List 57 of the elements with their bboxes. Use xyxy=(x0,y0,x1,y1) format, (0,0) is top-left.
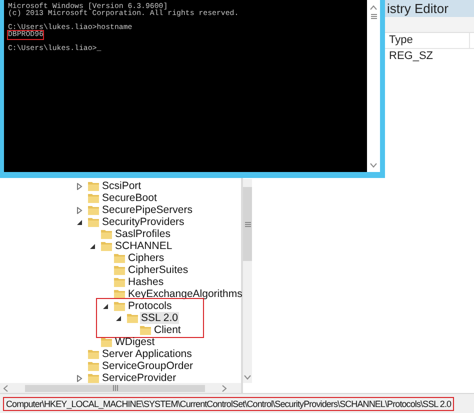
expand-arrow-icon[interactable] xyxy=(76,182,83,190)
scroll-right-icon[interactable] xyxy=(222,384,227,392)
grip-icon xyxy=(370,14,376,19)
scrollbar-thumb[interactable] xyxy=(243,187,252,261)
scroll-left-icon[interactable] xyxy=(3,384,8,392)
folder-icon xyxy=(114,253,125,263)
folder-icon xyxy=(127,313,138,323)
tree-item[interactable]: Server Applications xyxy=(101,348,193,360)
tree-item[interactable]: SaslProfiles xyxy=(114,228,172,240)
collapse-arrow-icon[interactable] xyxy=(102,302,109,310)
folder-icon xyxy=(140,325,151,335)
window-title: istry Editor xyxy=(387,1,448,16)
collapse-arrow-icon[interactable] xyxy=(89,242,96,250)
grip-icon xyxy=(244,222,251,226)
folder-icon xyxy=(101,241,112,251)
scroll-up-icon[interactable] xyxy=(370,5,377,10)
tree-item[interactable]: Hashes xyxy=(127,276,165,288)
table-cell-text: REG_SZ xyxy=(388,49,434,63)
vertical-scrollbar[interactable] xyxy=(367,0,380,172)
collapse-arrow-icon[interactable] xyxy=(76,218,83,226)
tree-item[interactable]: Protocols xyxy=(127,300,173,312)
folder-icon xyxy=(88,181,99,191)
column-header[interactable]: Type xyxy=(387,33,470,48)
tree-item[interactable]: SecureBoot xyxy=(101,192,158,204)
grip-icon xyxy=(112,385,118,391)
expand-arrow-icon[interactable] xyxy=(76,206,83,214)
folder-icon xyxy=(101,337,112,347)
folder-icon xyxy=(114,265,125,275)
folder-icon xyxy=(88,217,99,227)
tree-item[interactable]: WDigest xyxy=(114,336,156,348)
folder-icon xyxy=(114,277,125,287)
tree-item[interactable]: ServiceProvider xyxy=(101,372,178,384)
tree-item[interactable]: CipherSuites xyxy=(127,264,190,276)
folder-icon xyxy=(88,205,99,215)
folder-icon xyxy=(114,301,125,311)
tree-item[interactable]: SecurePipeServers xyxy=(101,204,194,216)
horizontal-scrollbar[interactable] xyxy=(0,383,241,393)
folder-icon xyxy=(88,193,99,203)
tree-item[interactable]: Client xyxy=(153,324,182,336)
folder-icon xyxy=(88,361,99,371)
tree-item[interactable]: SCHANNEL xyxy=(114,240,174,252)
tree-item[interactable]: SSL 2.0 xyxy=(140,312,179,324)
folder-icon xyxy=(101,229,112,239)
status-path: Computer\HKEY_LOCAL_MACHINE\SYSTEM\CurrentControlSet\Control\SecurityProviders\SCHANNEL\Protocols\SSL 2.0 xyxy=(3,396,454,410)
folder-icon xyxy=(88,373,99,383)
expand-arrow-icon[interactable] xyxy=(76,374,83,382)
tree-item[interactable]: SecurityProviders xyxy=(101,216,186,228)
scroll-down-icon[interactable] xyxy=(244,375,252,380)
vertical-scrollbar[interactable] xyxy=(243,179,252,383)
tree-item[interactable]: ScsiPort xyxy=(101,180,142,192)
folder-icon xyxy=(88,349,99,359)
scroll-down-icon[interactable] xyxy=(370,163,377,168)
tree-item[interactable]: KeyExchangeAlgorithms xyxy=(127,288,244,300)
tree-item[interactable]: Ciphers xyxy=(127,252,166,264)
tree-item[interactable]: ServiceGroupOrder xyxy=(101,360,194,372)
collapse-arrow-icon[interactable] xyxy=(115,314,122,322)
scrollbar-thumb[interactable] xyxy=(25,384,205,392)
